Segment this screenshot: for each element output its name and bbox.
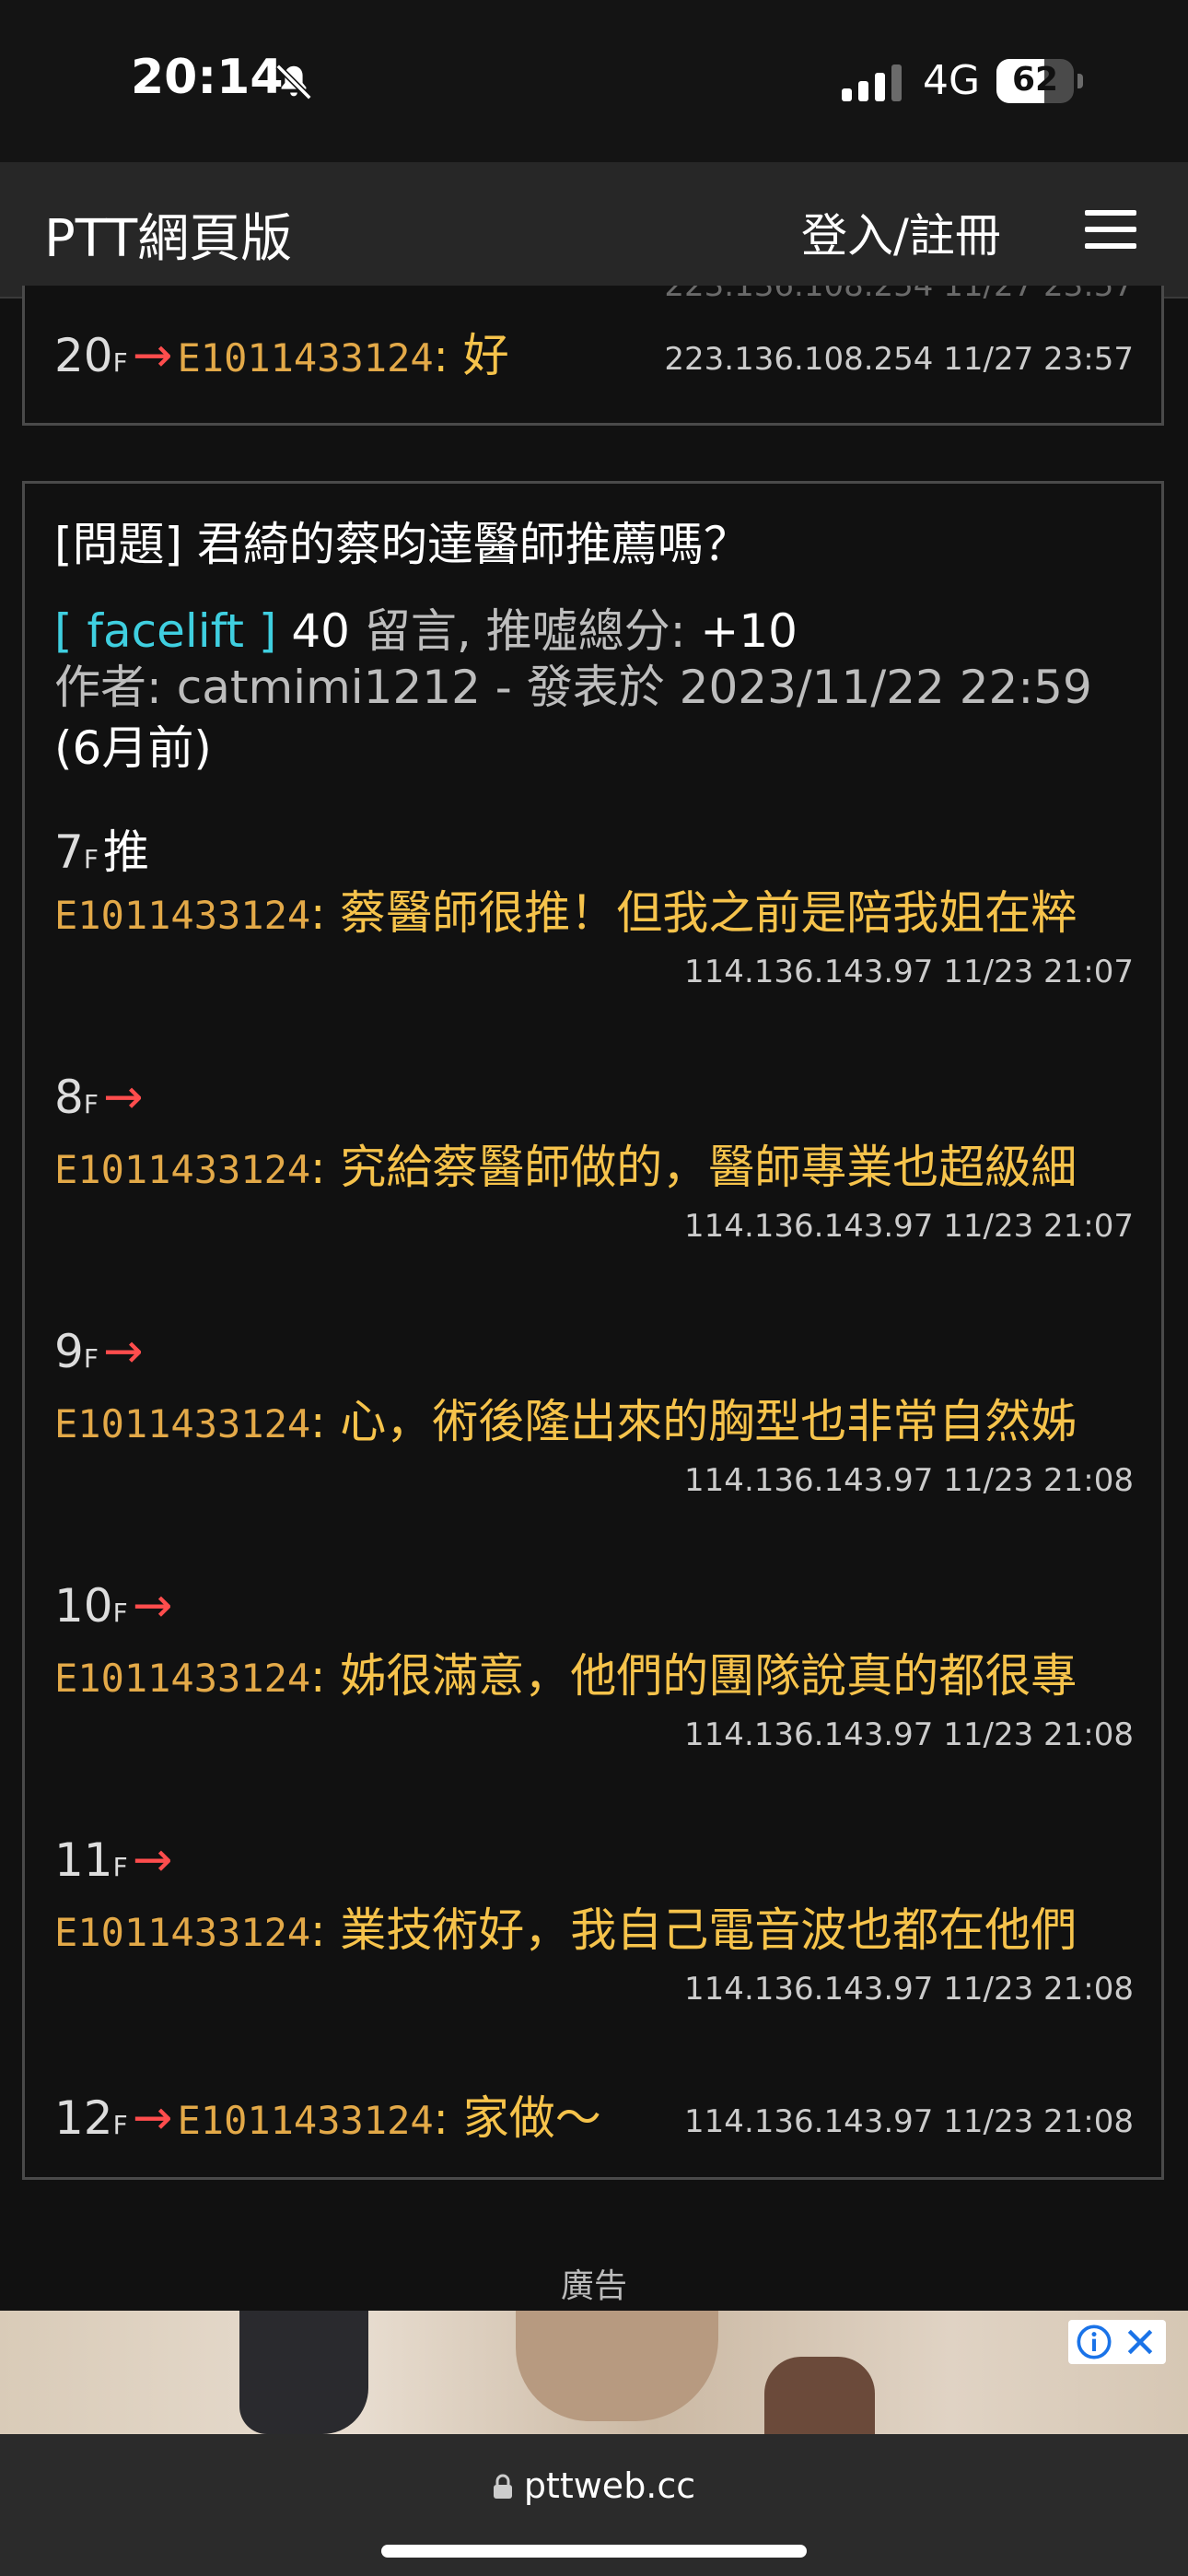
comment-item: 10F → E1011433124: 姊很滿意，他們的團隊說真的都很專 114.…	[54, 1578, 1134, 1753]
comment-text: 蔡醫師很推！但我之前是陪我姐在粹	[325, 886, 1077, 940]
hamburger-menu-icon[interactable]	[1085, 210, 1136, 249]
status-time: 20:14	[131, 50, 284, 105]
comments-label: 留言,	[364, 604, 472, 658]
comment-text: 家做～	[448, 2091, 601, 2145]
comment-row: 20F → E1011433124: 好 223.136.108.254 11/…	[54, 324, 1134, 389]
post-card[interactable]: [問題] 君綺的蔡昀達醫師推薦嗎？ [ facelift ] 40 留言, 推噓…	[22, 481, 1164, 2180]
comment-text: 業技術好，我自己電音波也都在他們	[325, 1903, 1077, 1957]
post-meta: [ facelift ] 40 留言, 推噓總分: +10	[54, 594, 798, 661]
network-type: 4G	[923, 57, 981, 104]
comment-count: 40	[291, 604, 350, 658]
lock-icon	[493, 2474, 512, 2499]
floor-suffix: F	[83, 844, 99, 874]
battery-level: 62	[1011, 61, 1059, 99]
comment-item: 9F → E1011433124: 心，術後隆出來的胸型也非常自然姊 114.1…	[54, 1324, 1134, 1499]
url-display[interactable]: pttweb.cc	[0, 2465, 1188, 2506]
comment-user[interactable]: E1011433124	[54, 1656, 310, 1701]
cut-off-ip-line: 223.136.108.254 11/27 23:57	[664, 286, 1134, 304]
post-age: (6月前)	[54, 721, 212, 775]
browser-address-bar[interactable]: pttweb.cc	[0, 2434, 1188, 2576]
login-register-link[interactable]: 登入/註冊	[801, 199, 1001, 265]
status-bar: 20:14 4G 62	[0, 0, 1188, 162]
home-indicator[interactable]	[381, 2545, 807, 2558]
board-tag[interactable]: [ facelift ]	[54, 604, 276, 658]
floor-number: 12	[54, 2091, 113, 2145]
floor-number: 10	[54, 1579, 113, 1633]
comment-user[interactable]: E1011433124	[54, 1910, 310, 1955]
top-nav: PTT網頁版 登入/註冊	[0, 162, 1188, 299]
ad-info-icon[interactable]	[1076, 2324, 1112, 2360]
comment-item: 8F → E1011433124: 究給蔡醫師做的，醫師專業也超級細 114.1…	[54, 1070, 1134, 1245]
comment-colon: :	[433, 331, 448, 382]
ad-controls	[1068, 2320, 1166, 2364]
comment-user[interactable]: E1011433124	[54, 1147, 310, 1192]
comment-item: 7F 推 E1011433124: 蔡醫師很推！但我之前是陪我姐在粹 114.1…	[54, 815, 1134, 990]
score-label: 推噓總分:	[485, 604, 686, 658]
comment-text: 究給蔡醫師做的，醫師專業也超級細	[325, 1141, 1077, 1194]
comment-colon: :	[310, 1142, 326, 1194]
comment-arrow: →	[103, 1324, 144, 1379]
comment-text: 好	[448, 329, 509, 382]
comment-arrow: →	[132, 328, 173, 383]
comment-item: 11F → E1011433124: 業技術好，我自己電音波也都在他們 114.…	[54, 1832, 1134, 2008]
floor-suffix: F	[112, 1598, 128, 1628]
comment-ip-time: 114.136.143.97 11/23 21:07	[684, 1208, 1134, 1245]
comment-arrow: →	[103, 1070, 144, 1125]
floor-number: 9	[54, 1325, 84, 1378]
comment-text: 心，術後隆出來的胸型也非常自然姊	[325, 1395, 1077, 1448]
floor-number: 7	[54, 825, 84, 879]
comment-user[interactable]: E1011433124	[178, 2098, 434, 2143]
comment-colon: :	[310, 1397, 326, 1448]
comment-user[interactable]: E1011433124	[178, 335, 434, 381]
post-title[interactable]: [問題] 君綺的蔡昀達醫師推薦嗎？	[54, 508, 750, 574]
floor-suffix: F	[83, 1343, 99, 1374]
comment-arrow: →	[132, 2090, 173, 2146]
comment-ip-time: 114.136.143.97 11/23 21:07	[684, 954, 1134, 990]
comment-colon: :	[310, 1651, 326, 1703]
floor-number: 20	[54, 329, 113, 382]
floor-suffix: F	[83, 1089, 99, 1119]
comment-arrow: →	[132, 1578, 173, 1633]
author-date: 作者: catmimi1212 - 發表於 2023/11/22 22:59	[54, 661, 1092, 714]
comment-item: 12F → E1011433124: 家做～ 114.136.143.97 11…	[54, 2087, 1134, 2151]
comment-ip-time: 223.136.108.254 11/27 23:57	[664, 341, 1134, 378]
comment-ip-time: 114.136.143.97 11/23 21:08	[684, 2103, 1134, 2140]
comment-ip-time: 114.136.143.97 11/23 21:08	[684, 1462, 1134, 1499]
comment-ip-time: 114.136.143.97 11/23 21:08	[684, 1716, 1134, 1753]
bell-muted-icon	[275, 64, 312, 100]
site-title[interactable]: PTT網頁版	[44, 197, 292, 272]
comment-colon: :	[310, 888, 326, 940]
url-text: pttweb.cc	[523, 2465, 696, 2506]
ad-close-icon[interactable]	[1122, 2324, 1159, 2360]
comment-arrow: →	[132, 1832, 173, 1888]
battery-indicator: 62	[996, 59, 1083, 103]
comment-text: 姊很滿意，他們的團隊說真的都很專	[325, 1649, 1077, 1703]
ad-banner[interactable]	[0, 2311, 1188, 2434]
page: 20:14 4G 62 PTT網頁版 登入/註冊 223.136.108.254…	[0, 0, 1188, 2576]
floor-number: 8	[54, 1071, 84, 1124]
push-tag: 推	[103, 825, 150, 879]
floor-number: 11	[54, 1833, 113, 1887]
post-score: +10	[700, 604, 798, 658]
comment-ip-time: 114.136.143.97 11/23 21:08	[684, 1971, 1134, 2008]
previous-post-card: 223.136.108.254 11/27 23:57 20F → E10114…	[22, 286, 1164, 426]
ad-label: 廣告	[560, 2267, 627, 2305]
floor-suffix: F	[112, 2110, 128, 2140]
comment-user[interactable]: E1011433124	[54, 1401, 310, 1446]
floor-suffix: F	[112, 1852, 128, 1882]
comment-colon: :	[433, 2093, 448, 2145]
comment-colon: :	[310, 1905, 326, 1957]
cellular-signal-icon	[842, 64, 902, 101]
floor-suffix: F	[112, 347, 128, 378]
comment-user[interactable]: E1011433124	[54, 893, 310, 938]
post-author-line: 作者: catmimi1212 - 發表於 2023/11/22 22:59 (…	[54, 657, 1141, 779]
